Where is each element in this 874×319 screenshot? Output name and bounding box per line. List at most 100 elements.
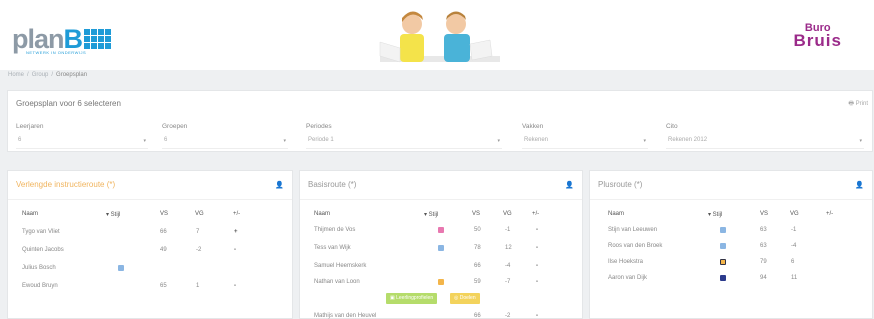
- table-row[interactable]: Thijmen de Vos 50 -1 -: [300, 227, 582, 245]
- add-user-icon[interactable]: 👤: [855, 181, 864, 189]
- vs-value: 66: [474, 263, 481, 269]
- periodes-select[interactable]: Periode 1 ▾: [306, 137, 502, 149]
- col-plusmin[interactable]: +/-: [826, 211, 833, 217]
- table-row[interactable]: Mathijs van den Heuvel 66 -2 -: [300, 313, 582, 319]
- vs-value: 49: [160, 247, 167, 253]
- col-vg[interactable]: VG: [195, 211, 204, 217]
- student-name: Ilse Hoekstra: [608, 259, 644, 265]
- print-button[interactable]: 🖶 Print: [848, 99, 868, 109]
- col-stijl[interactable]: ▾ Stijl: [708, 211, 722, 218]
- table-row[interactable]: Nathan van Loon 59 -7 -: [300, 279, 582, 297]
- vg-value: -1: [505, 227, 511, 233]
- table-row[interactable]: Aaron van Dijk 94 11: [590, 275, 872, 293]
- chevron-down-icon: ▾: [859, 138, 862, 144]
- chevron-down-icon: ▾: [283, 138, 286, 144]
- vg-value: 6: [791, 259, 795, 265]
- breadcrumb-home[interactable]: Home: [8, 72, 24, 78]
- print-label: Print: [855, 101, 868, 107]
- add-user-icon[interactable]: 👤: [275, 181, 284, 189]
- chevron-down-icon: ▾: [643, 138, 646, 144]
- field-cito: Cito Rekenen 2012 ▾: [666, 123, 864, 149]
- vakken-select[interactable]: Rekenen ▾: [522, 137, 648, 149]
- student-name: Samuel Heemskerk: [314, 263, 367, 269]
- select-value: Rekenen 2012: [668, 137, 708, 143]
- table-row[interactable]: Quinten Jacobs 49 -2 -: [8, 247, 292, 265]
- field-label: Periodes: [306, 123, 332, 130]
- field-label: Groepen: [162, 123, 188, 130]
- col-vg[interactable]: VG: [790, 211, 799, 217]
- col-stijl[interactable]: ▾ Stijl: [424, 211, 438, 218]
- col-plusmin[interactable]: +/-: [532, 211, 539, 217]
- field-vakken: Vakken Rekenen ▾: [522, 123, 648, 149]
- logo-grid-icon: [84, 28, 112, 49]
- vg-value: 1: [196, 283, 200, 289]
- learning-style-icon: [438, 245, 444, 251]
- col-vg[interactable]: VG: [503, 211, 512, 217]
- add-user-icon[interactable]: 👤: [565, 181, 574, 189]
- leerjaren-select[interactable]: 6 ▾: [16, 137, 148, 149]
- field-label: Leerjaren: [16, 123, 44, 130]
- student-name: Aaron van Dijk: [608, 275, 648, 281]
- vg-value: -7: [505, 279, 511, 285]
- vg-value: -1: [791, 227, 797, 233]
- breadcrumb-group[interactable]: Group: [32, 72, 49, 78]
- chevron-down-icon: ▾: [497, 138, 500, 144]
- vs-value: 50: [474, 227, 481, 233]
- col-vs[interactable]: VS: [760, 211, 768, 217]
- buro-bruis-logo[interactable]: Buro Bruis: [794, 22, 842, 51]
- route-title: Basisroute (*): [308, 180, 357, 189]
- route-panel-basis: Basisroute (*) 👤 Naam ▾ Stijl VS VG +/- …: [299, 170, 583, 319]
- learning-style-icon: [438, 279, 444, 285]
- learning-style-icon: [720, 259, 726, 265]
- table-row[interactable]: Ewoud Bruyn 65 1 -: [8, 283, 292, 301]
- doelen-button[interactable]: ◎ Doelen: [450, 293, 480, 304]
- kids-reading-illustration: [379, 11, 500, 63]
- select-value: Rekenen: [524, 137, 549, 143]
- table-row[interactable]: Julius Bosch: [8, 265, 292, 283]
- student-name: Quinten Jacobs: [22, 247, 64, 253]
- chevron-down-icon: ▾: [143, 138, 146, 144]
- select-value: 6: [164, 137, 168, 143]
- vg-value: -2: [505, 313, 511, 319]
- vg-value: 12: [505, 245, 512, 251]
- logo-subtitle: NETWERK IN ONDERWIJS: [26, 50, 87, 55]
- field-leerjaren: Leerjaren 6 ▾: [16, 123, 148, 149]
- vg-value: -4: [791, 243, 797, 249]
- col-vs[interactable]: VS: [160, 211, 168, 217]
- col-naam[interactable]: Naam: [608, 211, 624, 217]
- leerlingprofielen-button[interactable]: ▣ Leerlingprofielen: [386, 293, 438, 304]
- field-label: Cito: [666, 123, 678, 130]
- select-value: Periode 1: [308, 137, 334, 143]
- vg-value: 7: [196, 229, 200, 235]
- student-name: Nathan van Loon: [314, 279, 360, 285]
- select-value: 6: [18, 137, 22, 143]
- learning-style-icon: [438, 227, 444, 233]
- plusmin-value: -: [536, 263, 538, 269]
- table-row[interactable]: Tygo van Vliet 66 7 +: [8, 229, 292, 247]
- cito-select[interactable]: Rekenen 2012 ▾: [666, 137, 864, 149]
- button-label: Doelen: [459, 295, 476, 301]
- col-naam[interactable]: Naam: [314, 211, 330, 217]
- vs-value: 66: [474, 313, 481, 319]
- plusmin-value: -: [536, 279, 538, 285]
- vs-value: 63: [760, 243, 767, 249]
- col-plusmin[interactable]: +/-: [233, 211, 240, 217]
- learning-style-icon: [720, 227, 726, 233]
- student-name: Stijn van Leeuwen: [608, 227, 658, 233]
- student-name: Mathijs van den Heuvel: [314, 313, 377, 319]
- learning-style-icon: [118, 265, 124, 271]
- groepen-select[interactable]: 6 ▾: [162, 137, 288, 149]
- table-row[interactable]: Tess van Wijk 78 12 -: [300, 245, 582, 263]
- route-panel-plus: Plusroute (*) 👤 Naam ▾ Stijl VS VG +/- S…: [589, 170, 873, 319]
- plusmin-value: -: [536, 313, 538, 319]
- student-name: Tess van Wijk: [314, 245, 351, 251]
- breadcrumb: Home / Group / Groepsplan: [8, 72, 88, 78]
- col-stijl[interactable]: ▾ Stijl: [106, 211, 120, 218]
- plusmin-value: -: [536, 227, 538, 233]
- col-vs[interactable]: VS: [472, 211, 480, 217]
- vs-value: 79: [760, 259, 767, 265]
- breadcrumb-current: Groepsplan: [56, 72, 88, 78]
- col-naam[interactable]: Naam: [22, 211, 38, 217]
- vs-value: 94: [760, 275, 767, 281]
- vs-value: 65: [160, 283, 167, 289]
